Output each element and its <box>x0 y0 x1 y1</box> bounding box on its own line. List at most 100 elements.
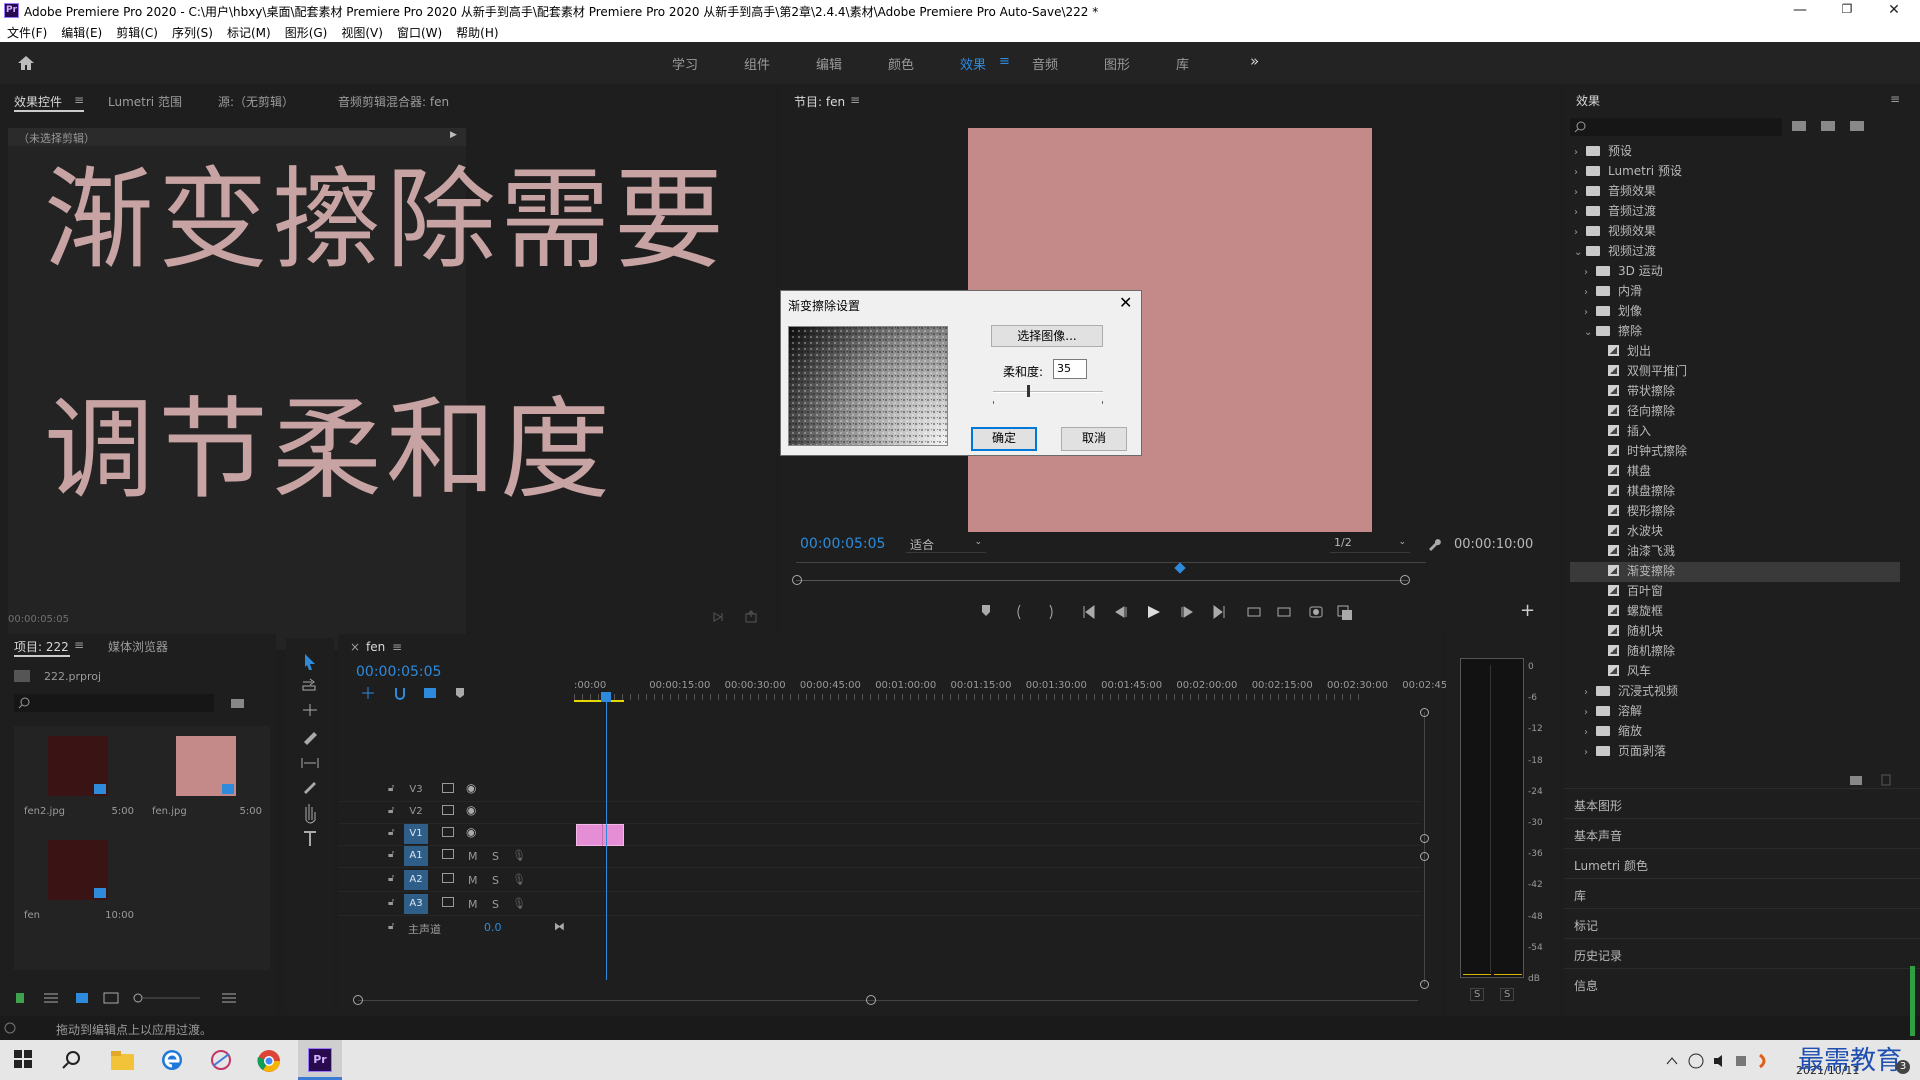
effect-tree-item[interactable]: › Lumetri 预设 <box>1570 162 1900 182</box>
effect-tree-item[interactable]: 随机擦除 <box>1570 642 1900 662</box>
lock-icon[interactable]: 🔓︎ <box>388 849 394 860</box>
expand-arrow-icon[interactable]: ▶ <box>450 130 457 140</box>
effect-tree-item[interactable]: 螺旋框 <box>1570 602 1900 622</box>
windows-start-icon[interactable] <box>12 1048 36 1072</box>
lock-icon[interactable]: 🔓︎ <box>388 827 394 838</box>
effect-tree-item[interactable]: › 音频过渡 <box>1570 202 1900 222</box>
menu-graphics[interactable]: 图形(G) <box>278 22 335 43</box>
menu-window[interactable]: 窗口(W) <box>390 22 449 43</box>
effects-section-header[interactable]: 基本声音 <box>1564 818 1920 846</box>
effect-tree-item[interactable]: › 划像 <box>1570 302 1900 322</box>
close-button[interactable]: ✕ <box>1874 2 1914 18</box>
clip-fen-v1[interactable] <box>576 824 624 846</box>
effect-tree-item[interactable]: 棋盘擦除 <box>1570 482 1900 502</box>
system-tray-icons[interactable] <box>1664 1052 1784 1070</box>
minimize-button[interactable]: — <box>1780 2 1820 18</box>
workspace-menu-icon[interactable]: ≡ <box>999 54 1010 69</box>
effects-menu-icon[interactable]: ≡ <box>1890 92 1900 106</box>
clip-thumbnail[interactable] <box>48 840 108 900</box>
maximize-button[interactable]: ❐ <box>1827 2 1867 16</box>
menu-clip[interactable]: 剪辑(C) <box>109 22 165 43</box>
tab-source[interactable]: 源:（无剪辑） <box>218 93 294 110</box>
premiere-taskbar-button[interactable]: Pr <box>298 1040 342 1080</box>
microphone-icon[interactable]: 🎙︎ <box>512 873 526 886</box>
mute-button[interactable]: M <box>468 898 478 911</box>
solo-button[interactable]: S <box>492 874 499 887</box>
project-menu-icon[interactable]: ≡ <box>74 638 84 652</box>
vscroll-handle-mid2[interactable] <box>1420 852 1429 861</box>
chevron-right-icon[interactable]: › <box>1574 227 1586 238</box>
chevron-down-icon[interactable]: ⌄ <box>1574 247 1586 258</box>
effect-tree-item[interactable]: › 3D 运动 <box>1570 262 1900 282</box>
tab-menu-icon[interactable]: ≡ <box>74 93 84 107</box>
vscroll-handle-mid[interactable] <box>1420 834 1429 843</box>
search-icon[interactable] <box>60 1048 84 1072</box>
notification-count-badge[interactable]: 3 <box>1896 1060 1910 1074</box>
effects-section-header[interactable]: 信息 <box>1564 968 1920 996</box>
effect-tree-item[interactable]: 油漆飞溅 <box>1570 542 1900 562</box>
chevron-right-icon[interactable]: › <box>1584 727 1596 738</box>
sync-lock-icon[interactable] <box>442 849 454 859</box>
resolution-dropdown[interactable]: 1/2 ⌄ <box>1330 535 1410 553</box>
workspace-graphics[interactable]: 图形 <box>1104 54 1130 73</box>
track-target-v3[interactable]: V3 <box>404 780 428 800</box>
tools-icons[interactable] <box>300 652 320 852</box>
new-bin-icons[interactable] <box>1846 772 1902 788</box>
export-icons[interactable] <box>712 610 762 624</box>
timeline-vscroll[interactable] <box>1424 712 1425 984</box>
menu-view[interactable]: 视图(V) <box>334 22 390 43</box>
chevron-right-icon[interactable]: › <box>1584 287 1596 298</box>
softness-slider-thumb[interactable] <box>1027 385 1030 397</box>
effect-tree-item[interactable]: 径向擦除 <box>1570 402 1900 422</box>
eye-icon[interactable]: ◉ <box>466 825 476 839</box>
workspace-more-button[interactable]: » <box>1250 52 1259 70</box>
vscroll-handle-bottom[interactable] <box>1420 980 1429 989</box>
track-target-a2[interactable]: A2 <box>404 870 428 890</box>
workspace-effects[interactable]: 效果 <box>960 54 986 73</box>
effect-filter-icons[interactable] <box>1790 118 1870 134</box>
project-search-input[interactable] <box>14 694 214 712</box>
program-playhead-timecode[interactable]: 00:00:05:05 <box>800 536 885 552</box>
workspace-color[interactable]: 颜色 <box>888 54 914 73</box>
sync-lock-icon[interactable] <box>442 783 454 793</box>
sync-lock-icon[interactable] <box>442 805 454 815</box>
wrench-icon[interactable] <box>1426 536 1442 552</box>
effect-tree-item[interactable]: 楔形擦除 <box>1570 502 1900 522</box>
lock-icon[interactable]: 🔓︎ <box>388 921 394 932</box>
effect-tree-item[interactable]: 双侧平推门 <box>1570 362 1900 382</box>
effect-tree-item[interactable]: › 溶解 <box>1570 702 1900 722</box>
select-image-button[interactable]: 选择图像... <box>991 325 1103 347</box>
eye-icon[interactable]: ◉ <box>466 781 476 795</box>
effects-section-header[interactable]: 库 <box>1564 878 1920 906</box>
effect-tree-item[interactable]: 带状擦除 <box>1570 382 1900 402</box>
effect-tree-item[interactable]: › 缩放 <box>1570 722 1900 742</box>
new-search-bin-icon[interactable] <box>230 696 246 710</box>
program-playhead[interactable] <box>1174 562 1186 574</box>
menu-sequence[interactable]: 序列(S) <box>165 22 220 43</box>
effect-tree-item[interactable]: 时钟式擦除 <box>1570 442 1900 462</box>
effect-tree-item[interactable]: › 预设 <box>1570 142 1900 162</box>
ok-button[interactable]: 确定 <box>971 427 1037 451</box>
sync-lock-icon[interactable] <box>442 827 454 837</box>
effects-section-header[interactable]: 标记 <box>1564 908 1920 936</box>
effects-section-header[interactable]: 基本图形 <box>1564 788 1920 816</box>
menu-markers[interactable]: 标记(M) <box>220 22 278 43</box>
solo-button[interactable]: S <box>492 898 499 911</box>
project-footer-icons[interactable] <box>14 990 264 1006</box>
mute-button[interactable]: M <box>468 874 478 887</box>
fit-dropdown[interactable]: 适合 ⌄ <box>906 535 986 553</box>
track-target-a1[interactable]: A1 <box>404 846 428 866</box>
effects-section-header[interactable]: Lumetri 颜色 <box>1564 848 1920 876</box>
softness-slider-track[interactable] <box>993 391 1103 393</box>
track-target-v2[interactable]: V2 <box>404 802 428 822</box>
vscroll-handle-top[interactable] <box>1420 708 1429 717</box>
effect-tree-item[interactable]: › 内滑 <box>1570 282 1900 302</box>
lock-icon[interactable]: 🔓︎ <box>388 805 394 816</box>
chevron-right-icon[interactable]: › <box>1574 207 1586 218</box>
chevron-right-icon[interactable]: › <box>1584 687 1596 698</box>
effect-tree-item[interactable]: 插入 <box>1570 422 1900 442</box>
chevron-right-icon[interactable]: › <box>1584 707 1596 718</box>
sync-lock-icon[interactable] <box>442 873 454 883</box>
file-explorer-icon[interactable] <box>110 1048 134 1072</box>
effect-tree-item[interactable]: › 视频效果 <box>1570 222 1900 242</box>
